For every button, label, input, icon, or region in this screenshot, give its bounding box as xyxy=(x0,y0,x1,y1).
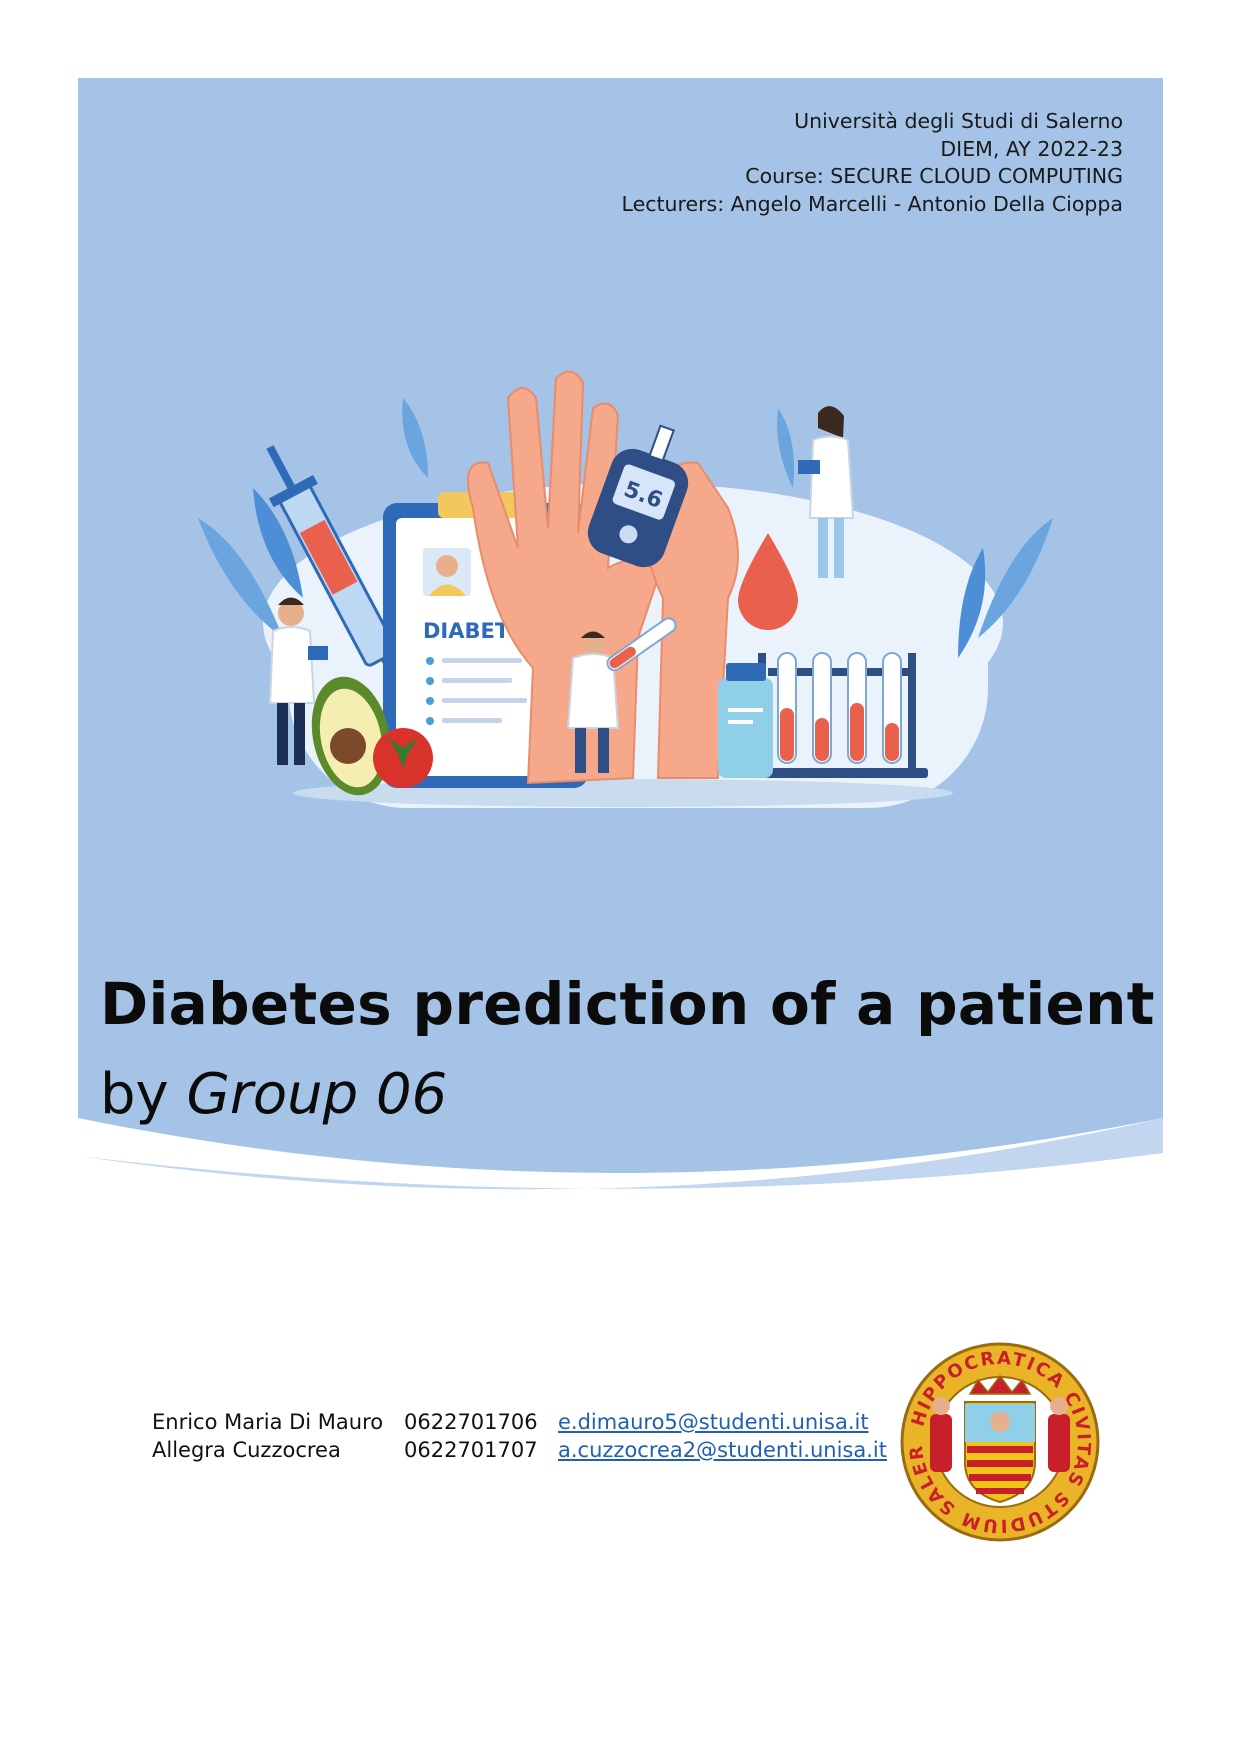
author-email-link[interactable]: a.cuzzocrea2@studenti.unisa.it xyxy=(558,1436,887,1464)
author-email-link[interactable]: e.dimauro5@studenti.unisa.it xyxy=(558,1408,869,1436)
document-title: Diabetes prediction of a patient xyxy=(100,970,1155,1038)
cover-shape: DIABETES 5.6 xyxy=(78,78,1163,1190)
author-name: Enrico Maria Di Mauro xyxy=(152,1410,384,1434)
course-info: Università degli Studi di Salerno DIEM, … xyxy=(622,108,1123,218)
group-name: Group 06 xyxy=(186,1062,448,1127)
document-subtitle: by Group 06 xyxy=(100,1062,447,1127)
university-name: Università degli Studi di Salerno xyxy=(794,109,1123,133)
author-name: Allegra Cuzzocrea xyxy=(152,1438,341,1462)
author-id: 0622701707 xyxy=(404,1438,538,1462)
cover-background: DIABETES 5.6 xyxy=(78,78,1163,1228)
subtitle-prefix: by xyxy=(100,1062,187,1127)
university-seal-logo: HIPPOCRATICA CIVITAS STUDIUM SALERNI xyxy=(900,1342,1100,1542)
course-name: Course: SECURE CLOUD COMPUTING xyxy=(745,164,1123,188)
author-id: 0622701706 xyxy=(404,1410,538,1434)
department-year: DIEM, AY 2022-23 xyxy=(940,136,1123,161)
lecturers: Lecturers: Angelo Marcelli - Antonio Del… xyxy=(621,191,1123,216)
